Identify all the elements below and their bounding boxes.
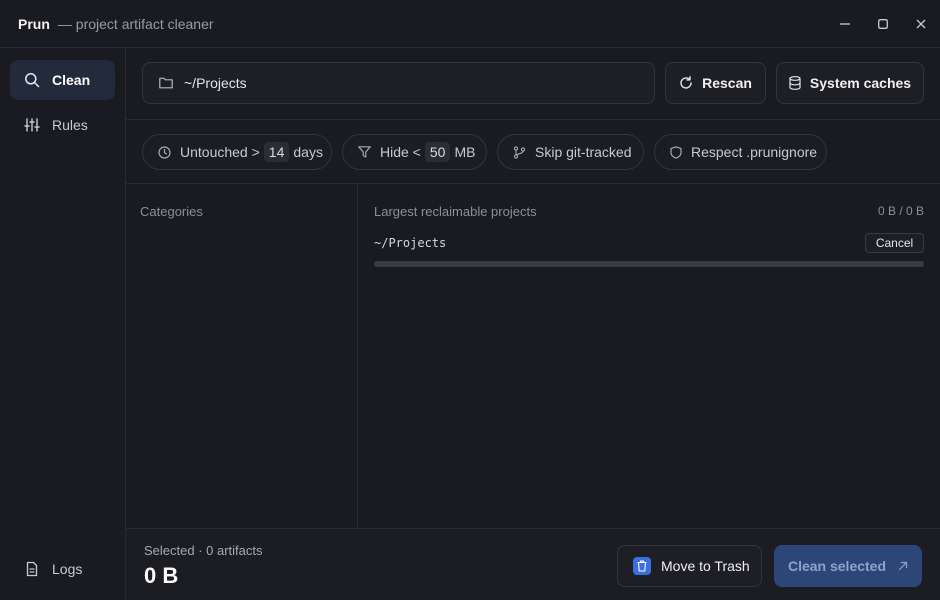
categories-panel: Categories: [126, 184, 358, 528]
refresh-icon: [679, 76, 693, 90]
skip-git-label: Skip git-tracked: [535, 144, 632, 160]
search-icon: [24, 72, 40, 88]
minimize-button[interactable]: [826, 0, 864, 48]
selected-count-label: Selected · 0 artifacts: [144, 543, 263, 558]
sidebar-item-label: Rules: [52, 117, 88, 133]
main-panel: ~/Projects Rescan System caches Untouche…: [126, 48, 940, 600]
projects-header: Largest reclaimable projects: [374, 204, 537, 219]
footer-bar: Selected · 0 artifacts 0 B Move to Trash…: [126, 528, 940, 600]
path-value: ~/Projects: [184, 75, 247, 91]
filter-row: Untouched > 14 days Hide < 50 MB Skip gi…: [126, 119, 940, 184]
skip-git-tracked-chip[interactable]: Skip git-tracked: [497, 134, 644, 170]
sidebar-item-label: Logs: [52, 561, 83, 577]
shield-icon: [670, 145, 682, 159]
hide-suffix: MB: [454, 144, 476, 160]
move-to-trash-label: Move to Trash: [661, 558, 750, 574]
sidebar-item-label: Clean: [52, 72, 91, 88]
close-icon: [916, 19, 926, 29]
reclaimable-size-total: 0 B / 0 B: [877, 204, 924, 218]
clean-selected-button[interactable]: Clean selected: [774, 545, 922, 587]
scanning-path: ~/Projects: [374, 236, 447, 250]
scan-progress-bar: [374, 261, 924, 267]
maximize-icon: [878, 19, 888, 29]
sidebar: Clean Rules Logs: [0, 48, 126, 600]
database-icon: [789, 76, 801, 90]
rescan-label: Rescan: [702, 75, 752, 91]
title-bar: Prun — project artifact cleaner: [0, 0, 940, 48]
selected-size: 0 B: [144, 563, 179, 588]
maximize-button[interactable]: [864, 0, 902, 48]
clean-selected-label: Clean selected: [787, 558, 887, 574]
close-button[interactable]: [902, 0, 940, 48]
untouched-filter-chip[interactable]: Untouched > 14 days: [142, 134, 332, 170]
untouched-prefix: Untouched >: [180, 144, 260, 160]
sidebar-item-logs[interactable]: Logs: [10, 549, 115, 589]
document-icon: [24, 561, 40, 577]
app-name: Prun: [18, 15, 50, 32]
respect-prunignore-chip[interactable]: Respect .prunignore: [654, 134, 827, 170]
clock-icon: [158, 145, 171, 159]
hide-prefix: Hide <: [380, 144, 421, 160]
window-controls: [826, 0, 940, 48]
sidebar-item-clean[interactable]: Clean: [10, 60, 115, 100]
app-subtitle: — project artifact cleaner: [57, 15, 214, 32]
hide-size-filter-chip[interactable]: Hide < 50 MB: [342, 134, 487, 170]
cancel-scan-button[interactable]: Cancel: [865, 233, 924, 253]
sidebar-item-rules[interactable]: Rules: [10, 105, 115, 145]
filter-icon: [358, 146, 371, 158]
respect-label: Respect .prunignore: [691, 144, 818, 160]
categories-header: Categories: [140, 204, 203, 219]
sliders-icon: [24, 117, 40, 133]
hide-size-input[interactable]: 50: [424, 142, 451, 162]
untouched-suffix: days: [293, 144, 323, 160]
move-to-trash-button[interactable]: Move to Trash: [617, 545, 762, 587]
system-caches-label: System caches: [809, 75, 912, 91]
git-branch-icon: [513, 145, 526, 159]
path-input[interactable]: ~/Projects: [142, 62, 655, 104]
rescan-button[interactable]: Rescan: [665, 62, 766, 104]
arrow-up-right-icon: [898, 561, 908, 571]
trash-icon: [633, 557, 651, 575]
untouched-days-input[interactable]: 14: [263, 142, 290, 162]
minimize-icon: [840, 23, 850, 25]
system-caches-button[interactable]: System caches: [776, 62, 924, 104]
folder-icon: [159, 77, 173, 89]
projects-panel: Largest reclaimable projects 0 B / 0 B ~…: [358, 184, 940, 528]
